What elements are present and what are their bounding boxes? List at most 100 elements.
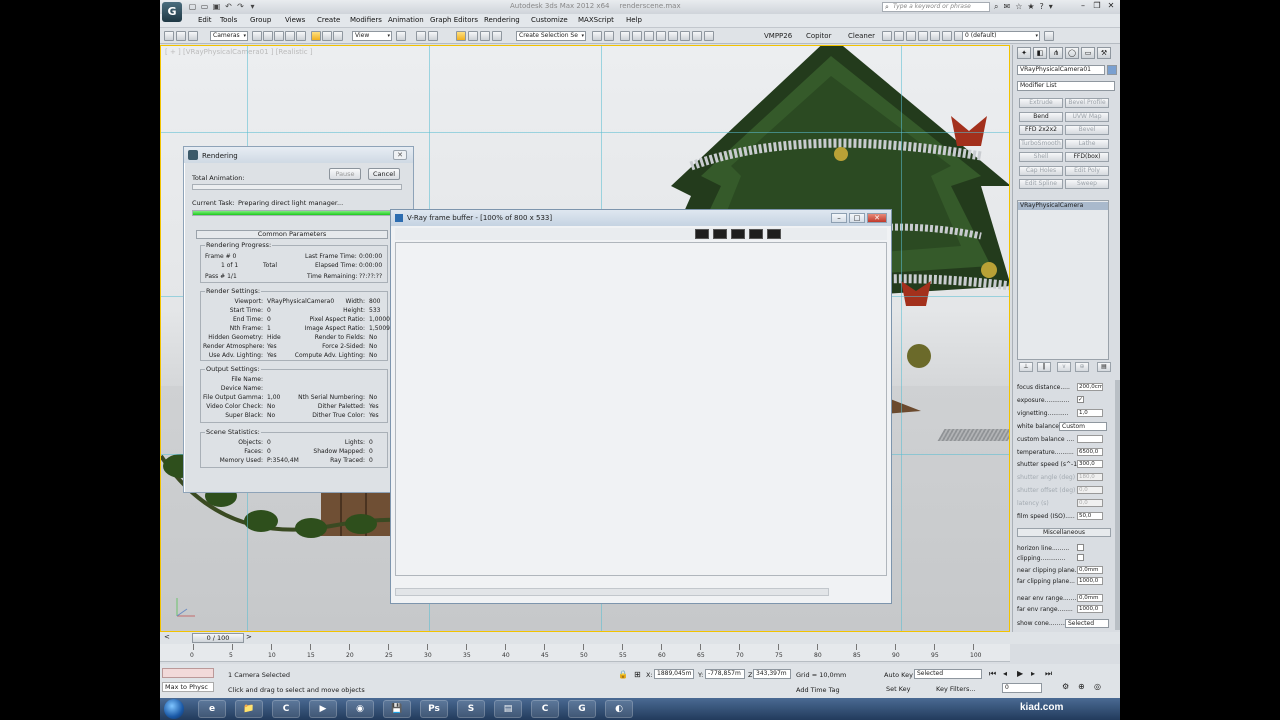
percent-snap-icon[interactable] xyxy=(480,31,490,41)
menu-help[interactable]: Help xyxy=(626,16,642,24)
taskbar-app-icon[interactable]: ◐ xyxy=(605,700,633,718)
taskbar-app-icon[interactable]: ◉ xyxy=(346,700,374,718)
render-production-icon[interactable] xyxy=(704,31,714,41)
restore-icon[interactable]: ❐ xyxy=(1092,1,1102,10)
camera-param-spinner[interactable]: 6500,0 xyxy=(1077,447,1103,456)
configure-sets-icon[interactable]: ▤ xyxy=(1097,362,1111,372)
redo-icon[interactable]: ↷ xyxy=(236,2,245,11)
display-tab-icon[interactable]: ▭ xyxy=(1081,47,1095,59)
camera-param-spinner[interactable]: 200,0cm xyxy=(1077,383,1103,391)
common-parameters-rollout[interactable]: Common Parameters xyxy=(196,230,388,239)
vmpp-button[interactable]: VMPP26 xyxy=(764,32,792,40)
camera-param-spinner[interactable]: 180,0 xyxy=(1077,473,1103,482)
remove-modifier-icon[interactable]: ⊕ xyxy=(1075,362,1089,372)
slider-prev-icon[interactable]: < xyxy=(164,633,170,641)
close-icon[interactable]: ✕ xyxy=(1106,1,1116,10)
taskbar-app-icon[interactable]: S xyxy=(457,700,485,718)
window-crossing-icon[interactable] xyxy=(285,31,295,41)
vfb-alpha-channel-icon[interactable] xyxy=(767,229,781,239)
infocenter-search-input[interactable]: ⌕ Type a keyword or phrase xyxy=(882,2,990,12)
save-icon[interactable]: ▣ xyxy=(212,2,221,11)
named-selection-combo[interactable]: Create Selection Se ▾ xyxy=(516,31,586,41)
menu-create[interactable]: Create xyxy=(317,16,340,24)
graphite-tools-icon[interactable] xyxy=(632,31,642,41)
absolute-mode-icon[interactable]: ⊞ xyxy=(634,670,641,679)
uniform-scale-icon[interactable] xyxy=(333,31,343,41)
object-name-field[interactable]: VRayPhysicalCamera01 xyxy=(1017,65,1105,75)
pin-stack-icon[interactable]: ⊥ xyxy=(1019,362,1033,372)
hierarchy-tab-icon[interactable]: ⋔ xyxy=(1049,47,1063,59)
layer-props-icon[interactable] xyxy=(918,31,928,41)
x-coordinate-field[interactable]: 1889,045m xyxy=(654,669,694,679)
select-object-icon[interactable] xyxy=(252,31,262,41)
menu-maxscript[interactable]: MAXScript xyxy=(578,16,614,24)
vfb-render-canvas[interactable] xyxy=(395,242,887,576)
goto-end-icon[interactable]: ⏭ xyxy=(1045,669,1052,679)
modifier-button[interactable]: Extrude xyxy=(1019,98,1063,108)
material-editor-icon[interactable] xyxy=(668,31,678,41)
show-cone-combo[interactable]: Selected xyxy=(1065,619,1109,628)
camera-param-spinner[interactable]: 1,0 xyxy=(1077,408,1103,417)
move-icon[interactable] xyxy=(311,31,321,41)
application-button[interactable]: G xyxy=(162,2,182,22)
taskbar-app-icon[interactable]: 💾 xyxy=(383,700,411,718)
camera-param-spinner[interactable]: 50,0 xyxy=(1077,512,1103,520)
search-icon[interactable]: ⌕ xyxy=(994,2,998,12)
menu-tools[interactable]: Tools xyxy=(220,16,237,24)
goto-start-icon[interactable]: ⏮ xyxy=(989,669,996,679)
menu-rendering[interactable]: Rendering xyxy=(484,16,520,24)
vfb-titlebar[interactable]: V-Ray frame buffer - [100% of 800 x 533]… xyxy=(391,210,891,226)
menu-customize[interactable]: Customize xyxy=(531,16,568,24)
menu-animation[interactable]: Animation xyxy=(388,16,424,24)
zoom-icon[interactable]: ⊕ xyxy=(1078,682,1085,691)
help-icon[interactable]: ? xyxy=(1040,2,1044,12)
modifier-button[interactable]: Bevel xyxy=(1065,125,1109,135)
misc-param-checkbox[interactable] xyxy=(1077,554,1084,561)
camera-param-spinner[interactable]: 0,0 xyxy=(1077,499,1103,508)
slider-next-icon[interactable]: > xyxy=(246,633,252,641)
selection-set-combo[interactable]: Selected xyxy=(914,669,982,679)
align-icon[interactable] xyxy=(604,31,614,41)
object-color-swatch[interactable] xyxy=(1107,65,1117,75)
y-coordinate-field[interactable]: -778,857m xyxy=(705,669,745,679)
open-icon[interactable]: ▭ xyxy=(200,2,209,11)
maxscript-listener-input[interactable]: Max to Physc xyxy=(162,682,214,692)
show-end-result-icon[interactable]: ║ xyxy=(1037,362,1051,372)
minimize-icon[interactable]: – xyxy=(831,213,847,223)
taskbar-app-icon[interactable]: ▤ xyxy=(494,700,522,718)
subscription-icon[interactable]: ✉ xyxy=(1003,2,1010,12)
camera-viewport[interactable]: [ + ] [VRayPhysicalCamera01 ] [Realistic… xyxy=(160,45,1010,632)
selection-filter-combo[interactable]: Cameras ▾ xyxy=(210,31,248,41)
misc-param-checkbox[interactable] xyxy=(1077,544,1084,551)
schematic-view-icon[interactable] xyxy=(656,31,666,41)
taskbar-app-icon[interactable]: ▶ xyxy=(309,700,337,718)
hold-icon[interactable]: ▾ xyxy=(248,2,257,11)
camera-param-spinner[interactable]: 300,0 xyxy=(1077,460,1103,469)
viewport-label[interactable]: [ + ] [VRayPhysicalCamera01 ] [Realistic… xyxy=(165,48,313,56)
taskbar-app-icon[interactable]: C xyxy=(272,700,300,718)
auto-key-button[interactable]: Auto Key xyxy=(884,671,913,679)
misc-param-spinner[interactable]: 1000,0 xyxy=(1077,577,1103,585)
modify-tab-icon[interactable]: ◧ xyxy=(1033,47,1047,59)
command-panel-scrollbar[interactable] xyxy=(1115,380,1120,630)
misc-param-spinner[interactable]: 0,0mm xyxy=(1077,594,1103,602)
play-icon[interactable]: ▶ xyxy=(1017,669,1023,678)
next-frame-icon[interactable]: ▸ xyxy=(1031,669,1035,678)
mirror-icon[interactable] xyxy=(592,31,602,41)
spinner-snap-icon[interactable] xyxy=(492,31,502,41)
modifier-list-combo[interactable]: Modifier List xyxy=(1017,81,1115,91)
modifier-button[interactable]: FFD 2x2x2 xyxy=(1019,125,1063,135)
z-coordinate-field[interactable]: 343,397m xyxy=(753,669,791,679)
maxscript-listener-top[interactable] xyxy=(162,668,214,678)
help-dropdown-icon[interactable]: ▾ xyxy=(1049,2,1053,12)
key-filters-button[interactable]: Key Filters... xyxy=(936,685,976,693)
layer-icon[interactable] xyxy=(882,31,892,41)
modifier-button[interactable]: Edit Poly xyxy=(1065,165,1109,176)
menu-graph-editors[interactable]: Graph Editors xyxy=(430,16,478,24)
taskbar-app-icon[interactable]: 📁 xyxy=(235,700,263,718)
vfb-red-channel-icon[interactable] xyxy=(713,229,727,239)
link-icon[interactable] xyxy=(188,31,198,41)
vfb-blue-channel-icon[interactable] xyxy=(749,229,763,239)
angle-snap-icon[interactable] xyxy=(468,31,478,41)
lock-selection-icon[interactable]: 🔒 xyxy=(618,670,628,679)
